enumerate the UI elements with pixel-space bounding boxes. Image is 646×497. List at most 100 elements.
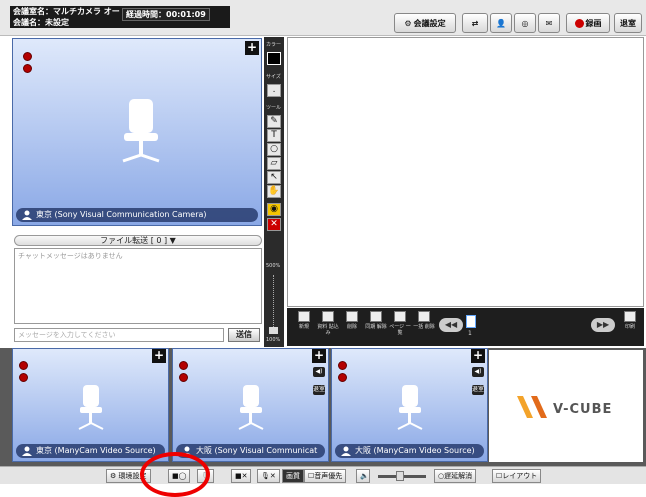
color-label: カラー: [266, 42, 282, 48]
chair-icon: [397, 385, 423, 430]
pen-icon[interactable]: ✎: [267, 115, 281, 128]
leave-badge[interactable]: 退室: [313, 385, 325, 395]
participants-button[interactable]: 👤: [490, 13, 512, 33]
leave-badge[interactable]: 退室: [472, 385, 484, 395]
video-off-icon[interactable]: [23, 64, 32, 73]
camera-label: 大阪 (ManyCam Video Source): [335, 444, 484, 458]
elapsed-time: 経過時間：00:01:09: [122, 8, 210, 21]
chair-icon: [122, 99, 160, 163]
clear-icon[interactable]: ✕: [267, 218, 281, 231]
page-list-button[interactable]: ページ 一覧: [389, 311, 411, 336]
size-label: サイズ: [266, 74, 281, 80]
mic-icon[interactable]: [179, 361, 188, 370]
zoom-slider-track[interactable]: [273, 275, 274, 329]
record-icon: [574, 18, 584, 28]
delete-page-button[interactable]: 削除: [341, 311, 363, 330]
delete-all-button[interactable]: 一括 削除: [413, 311, 435, 330]
layout-button[interactable]: ☐レイアウト: [492, 469, 542, 483]
meeting-settings-button[interactable]: ⚙ 会議設定: [394, 13, 456, 33]
add-icon[interactable]: +: [312, 349, 326, 363]
whiteboard-bar: 新規 資料 貼込み 削除 同期 解除 ページ 一覧 一括 削除 ◀◀ 1 ▶▶ …: [287, 308, 644, 346]
zoom-slider-handle[interactable]: [269, 327, 278, 334]
delete-icon: [346, 311, 358, 322]
drawing-toolbar: カラー サイズ . ツール ✎ T ○ ▱ ↖ ✋ ◉ ✕ 500% 100%: [264, 37, 284, 347]
leave-button[interactable]: 退室: [614, 13, 642, 33]
camera-icon: ◎: [521, 18, 529, 28]
new-page-button[interactable]: 新規: [293, 311, 315, 330]
vcube-logo-text: V-CUBE: [553, 402, 613, 417]
zoom-min-label: 100%: [266, 337, 281, 343]
mic-mute-button[interactable]: 🎙✕: [257, 469, 280, 483]
select-icon[interactable]: ↖: [267, 171, 281, 184]
page-thumbnail[interactable]: [466, 315, 476, 328]
person-icon: 👤: [496, 18, 506, 28]
mic-icon[interactable]: [23, 52, 32, 61]
chat-log: チャットメッセージはありません: [14, 248, 262, 324]
whiteboard-canvas[interactable]: [287, 37, 644, 307]
mic-mute-icon: 🎙✕: [261, 472, 276, 480]
send-button[interactable]: 送信: [228, 328, 260, 342]
tool-label: ツール: [266, 105, 282, 111]
chair-icon: [78, 385, 104, 430]
person-icon: [341, 446, 351, 456]
size-picker[interactable]: .: [267, 84, 281, 97]
paste-icon: [322, 311, 334, 322]
print-icon: [624, 311, 636, 322]
video-off-icon[interactable]: [179, 373, 188, 382]
page-number: 1: [468, 330, 472, 337]
new-page-icon: [298, 311, 310, 322]
main-video[interactable]: + 東京 (Sony Visual Communication Camera): [12, 38, 262, 226]
pointer-icon[interactable]: ◉: [267, 203, 281, 216]
text-icon[interactable]: T: [267, 129, 281, 142]
video-off-icon[interactable]: [338, 373, 347, 382]
color-swatch[interactable]: [267, 52, 281, 65]
speaker-priority-toggle[interactable]: ☐音声優先: [304, 469, 347, 483]
chat-input[interactable]: メッセージを入力してください: [14, 328, 224, 342]
unsync-button[interactable]: 同期 解除: [365, 311, 387, 330]
camera-label: 東京 (Sony Visual Communication Camera): [16, 208, 258, 222]
speaker-icon[interactable]: ◀): [313, 367, 325, 377]
participant-video-3[interactable]: + ◀) 退室 大阪 (ManyCam Video Source): [331, 348, 488, 462]
quality-button[interactable]: 画質: [282, 469, 304, 483]
hand-icon[interactable]: ✋: [267, 185, 281, 198]
camera-label: 大阪 (Sony Visual Communicat: [176, 444, 325, 458]
chevron-down-icon: ▼: [169, 236, 176, 245]
video-off-icon: ■✕: [235, 472, 248, 480]
paste-doc-button[interactable]: 資料 貼込み: [317, 311, 339, 336]
participant-video-2[interactable]: + ◀) 退室 大阪 (Sony Visual Communicat: [172, 348, 329, 462]
speaker-icon[interactable]: ◀): [472, 367, 484, 377]
zoom-max-label: 500%: [266, 263, 281, 269]
record-button[interactable]: 録画: [566, 13, 610, 33]
invite-button[interactable]: ✉: [538, 13, 560, 33]
camera-button[interactable]: ◎: [514, 13, 536, 33]
add-icon[interactable]: +: [152, 349, 166, 363]
shape-icon[interactable]: ○: [267, 143, 281, 156]
add-icon[interactable]: +: [245, 41, 259, 55]
next-page-button[interactable]: ▶▶: [591, 318, 615, 332]
gear-icon: ⚙: [404, 18, 412, 28]
video-off-icon[interactable]: [19, 373, 28, 382]
mic-icon[interactable]: [19, 361, 28, 370]
vcube-logo-icon: [517, 396, 547, 418]
sync-icon: [370, 311, 382, 322]
invite-icon: ✉: [545, 18, 553, 28]
prev-page-button[interactable]: ◀◀: [439, 318, 463, 332]
participant-video-1[interactable]: + 東京 (ManyCam Video Source): [12, 348, 169, 462]
gear-icon: ⚙: [110, 472, 117, 480]
chair-icon: [238, 385, 264, 430]
mic-icon[interactable]: [338, 361, 347, 370]
volume-slider-handle[interactable]: [396, 471, 404, 481]
add-icon[interactable]: +: [471, 349, 485, 363]
eraser-icon[interactable]: ▱: [267, 157, 281, 170]
share-button[interactable]: ⇄: [462, 13, 488, 33]
person-icon: [22, 446, 32, 456]
video-off-button[interactable]: ■✕: [231, 469, 252, 483]
grid-icon: [394, 311, 406, 322]
delay-release-button[interactable]: ○遅延解消: [434, 469, 477, 483]
highlight-circle: [140, 452, 210, 497]
file-transfer-bar[interactable]: ファイル転送 [ 0 ] ▼: [14, 235, 262, 246]
print-button[interactable]: 印刷: [619, 311, 641, 330]
person-icon: [22, 210, 32, 220]
vcube-logo-panel: V-CUBE: [489, 350, 643, 462]
volume-icon[interactable]: 🔈: [356, 469, 370, 483]
